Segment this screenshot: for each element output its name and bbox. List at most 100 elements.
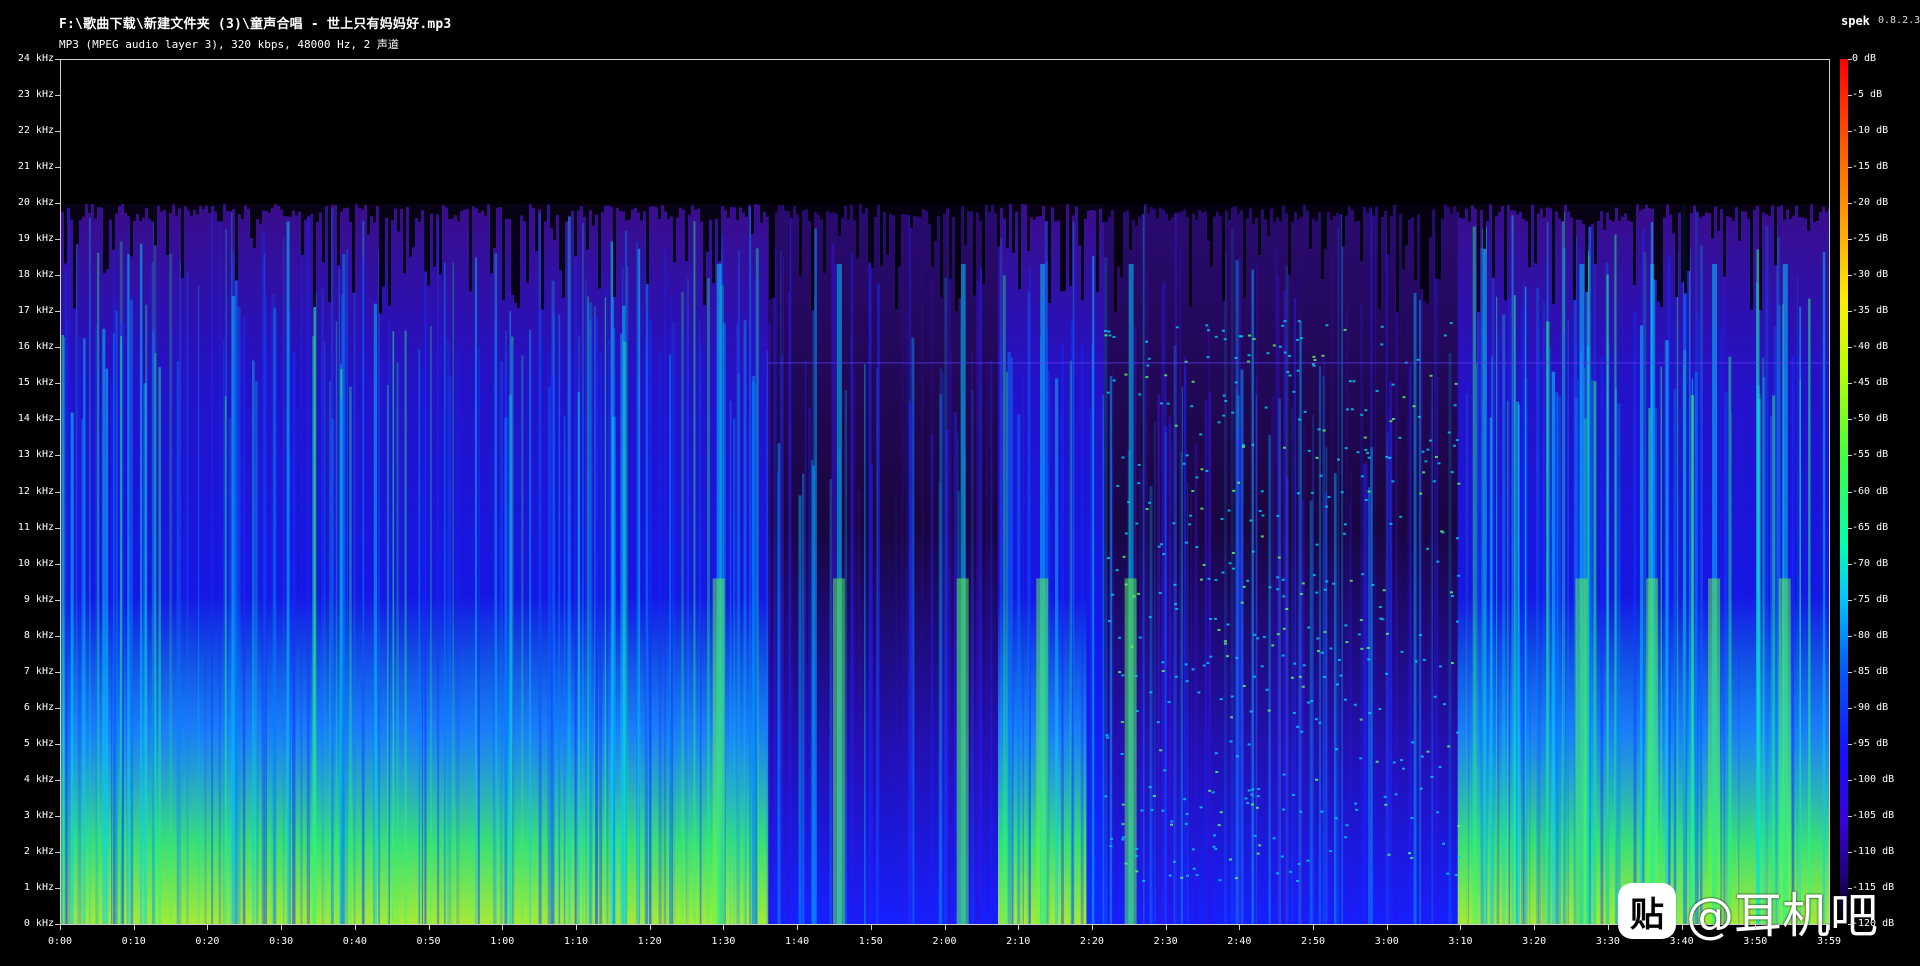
cutoff-edge	[502, 204, 505, 301]
cutoff-edge	[682, 204, 685, 211]
frequency-tick-mark	[55, 383, 60, 385]
cutoff-edge	[157, 204, 160, 206]
time-tick-mark	[207, 925, 209, 930]
spectrum-streak	[120, 336, 122, 924]
note-dot	[1251, 443, 1255, 446]
cutoff-edge	[325, 204, 328, 207]
cutoff-edge	[1333, 204, 1336, 217]
decibel-tick-mark	[1848, 851, 1852, 853]
time-tick-label: 0:20	[195, 936, 220, 947]
note-dot	[1185, 813, 1189, 816]
cutoff-edge	[1753, 204, 1756, 210]
cutoff-edge	[1072, 204, 1075, 216]
note-dot	[1175, 326, 1179, 329]
cutoff-edge	[1816, 204, 1819, 221]
cutoff-edge	[1252, 204, 1255, 224]
note-dot	[1222, 414, 1226, 417]
cutoff-edge	[1732, 204, 1735, 221]
cutoff-edge	[1654, 204, 1657, 280]
spectrum-streak	[1224, 252, 1227, 924]
cutoff-edge	[868, 204, 871, 263]
spectrum-streak	[921, 237, 923, 924]
cutoff-edge	[1042, 204, 1045, 206]
cutoff-edge	[637, 204, 640, 213]
note-dot	[1161, 809, 1165, 812]
cutoff-edge	[1138, 204, 1141, 217]
note-dot	[1247, 743, 1251, 746]
note-dot	[1184, 822, 1188, 825]
cutoff-edge	[73, 204, 76, 309]
cutoff-edge	[1711, 204, 1714, 239]
frequency-tick-label: 16 kHz	[17, 341, 54, 353]
note-dot	[1267, 709, 1271, 712]
time-tick-mark	[60, 925, 61, 930]
note-dot	[1299, 810, 1303, 813]
spectrum-streak	[1756, 282, 1758, 924]
note-dot	[1353, 703, 1357, 706]
note-dot	[1237, 481, 1241, 484]
cutoff-edge	[589, 204, 592, 211]
spectrum-streak	[1508, 297, 1511, 924]
cutoff-edge	[1546, 204, 1549, 208]
note-dot	[1392, 761, 1396, 764]
frequency-tick-mark	[55, 455, 60, 457]
note-dot	[1106, 557, 1110, 560]
note-dot	[1248, 334, 1252, 337]
note-dot	[1223, 640, 1227, 643]
cutoff-edge	[262, 204, 265, 211]
spectrum-streak	[976, 280, 980, 924]
spectrum-streak	[1796, 276, 1799, 924]
spectrum-streak	[338, 268, 340, 924]
cutoff-edge	[571, 204, 574, 211]
cutoff-edge	[733, 204, 736, 208]
cutoff-edge	[160, 204, 163, 212]
note-dot	[1175, 607, 1179, 610]
note-dot	[1399, 759, 1403, 762]
note-dot	[1345, 824, 1349, 827]
note-dot	[1414, 660, 1418, 663]
cutoff-edge	[1513, 204, 1516, 211]
frequency-tick-label: 5 kHz	[23, 737, 54, 749]
cutoff-edge	[1075, 204, 1078, 207]
spectrum-streak	[1181, 387, 1184, 924]
cutoff-edge	[955, 204, 958, 312]
spectrum-streak	[1144, 374, 1147, 924]
note-dot	[1121, 823, 1125, 826]
spectrum-streak	[1665, 340, 1669, 924]
note-dot	[1282, 808, 1286, 811]
note-dot	[1307, 626, 1311, 629]
note-dot	[1261, 514, 1265, 517]
spectrum-streak	[1690, 395, 1695, 924]
cutoff-edge	[196, 204, 199, 215]
time-tick-label: 0:30	[269, 936, 294, 947]
cutoff-edge	[1492, 204, 1495, 278]
time-tick-label: 1:40	[785, 936, 810, 947]
note-dot	[1439, 665, 1443, 668]
time-tick-label: 2:50	[1300, 936, 1326, 947]
spectrum-streak	[942, 373, 945, 924]
cutoff-edge	[1165, 204, 1168, 214]
cutoff-edge	[406, 204, 409, 208]
frequency-tick-mark	[55, 311, 60, 313]
decibel-tick-label: -20 dB	[1852, 197, 1889, 209]
cutoff-edge	[601, 204, 604, 213]
time-tick-mark	[1681, 925, 1683, 930]
note-dot	[1422, 658, 1426, 661]
spectrum-streak	[1154, 422, 1156, 924]
note-dot	[1253, 834, 1257, 837]
cutoff-edge	[1174, 204, 1177, 213]
cutoff-edge	[913, 204, 916, 217]
cutoff-edge	[667, 204, 670, 220]
note-dot	[1104, 795, 1108, 798]
decibel-tick-label: -95 dB	[1852, 737, 1889, 749]
spectrum-streak	[386, 384, 389, 924]
cutoff-edge	[1702, 204, 1705, 216]
cutoff-edge	[784, 204, 787, 211]
note-dot	[1246, 579, 1250, 582]
frequency-tick-label: 21 kHz	[17, 161, 54, 173]
note-dot	[1352, 380, 1356, 383]
cutoff-edge	[217, 204, 220, 222]
spectrum-streak	[1472, 226, 1477, 924]
decibel-tick-mark	[1848, 707, 1852, 709]
note-dot	[1199, 433, 1203, 436]
